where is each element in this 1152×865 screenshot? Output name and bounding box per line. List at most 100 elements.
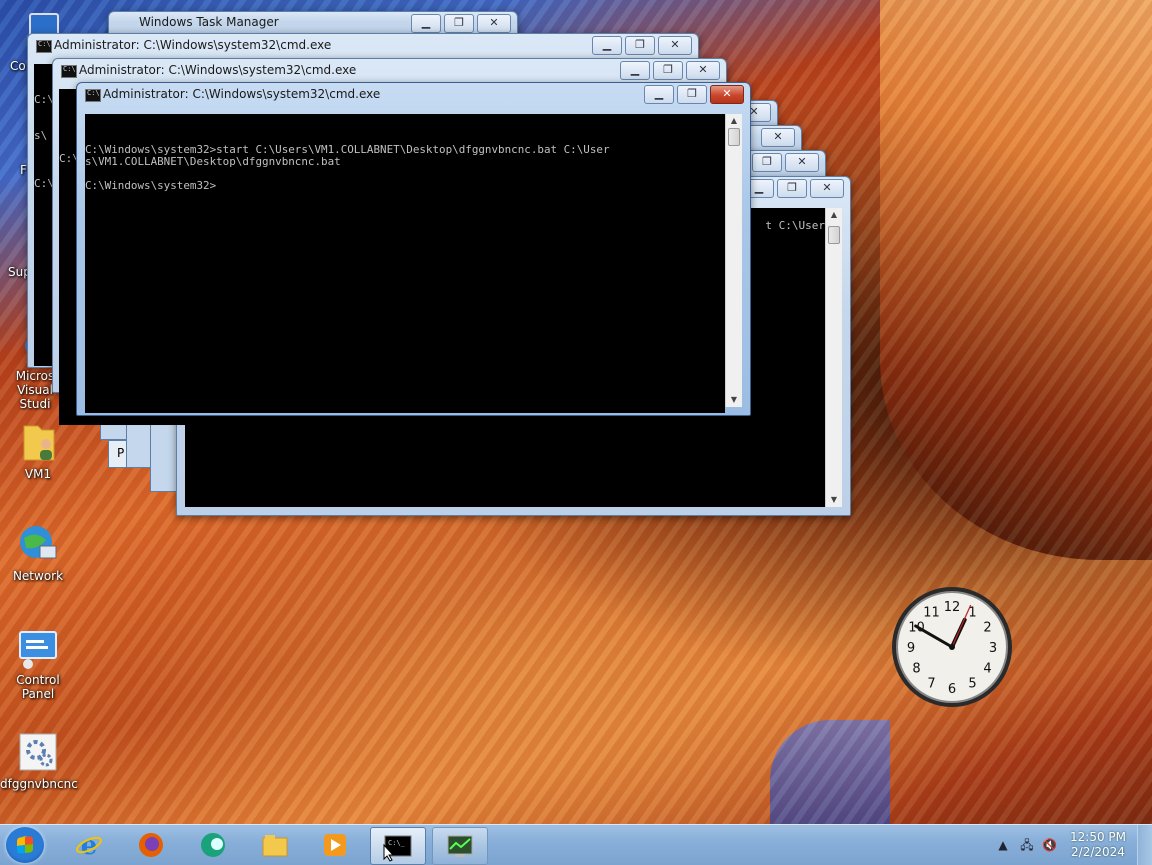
app-circle-icon — [201, 833, 225, 857]
close-icon: ✕ — [489, 16, 499, 29]
clock-date: 2/2/2024 — [1071, 845, 1125, 859]
close-icon: ✕ — [797, 155, 807, 168]
restore-button[interactable]: ❐ — [777, 179, 807, 198]
taskbar-task-manager[interactable] — [432, 827, 488, 865]
media-player-icon — [324, 834, 346, 856]
window-controls: ❐ ✕ — [749, 153, 819, 172]
taskbar-app-circle[interactable] — [186, 827, 240, 863]
window-title: Windows Task Manager — [139, 15, 279, 29]
desktop-icon-control-panel[interactable]: Control Panel — [0, 626, 76, 701]
clock-gadget[interactable]: 123456789101112 — [890, 585, 1014, 709]
network-tray-icon[interactable]: 🖧 — [1020, 838, 1034, 852]
restore-button[interactable]: ❐ — [444, 14, 474, 33]
restore-icon: ❐ — [663, 63, 673, 76]
taskbar-media-player[interactable] — [308, 827, 362, 863]
scroll-thumb[interactable] — [728, 128, 740, 146]
taskbar-command-prompt[interactable]: C:\_ — [370, 827, 426, 865]
console-output[interactable]: C:\Windows\system32>start C:\Users\VM1.C… — [85, 114, 725, 413]
minimize-icon: ▁ — [654, 87, 664, 100]
window-controls: ▁ ❐ ✕ — [408, 14, 511, 33]
taskbar: e C:\_ ▲ 🖧 🔇 12:50 PM 2/2/2024 — [0, 824, 1152, 865]
scroll-thumb[interactable] — [828, 226, 840, 244]
minimize-button[interactable]: ▁ — [411, 14, 441, 33]
desktop-icon-label: dfggnvbncnc — [0, 777, 78, 791]
stacked-window-edge — [150, 418, 178, 492]
clock-number: 9 — [907, 641, 915, 656]
minimize-button[interactable]: ▁ — [644, 85, 674, 104]
close-button[interactable]: ✕ — [785, 153, 819, 172]
task-manager-icon — [447, 835, 473, 857]
window-controls: ▁ ❐ ✕ — [617, 61, 720, 80]
batch-file-icon — [19, 733, 57, 771]
window-title: Administrator: C:\Windows\system32\cmd.e… — [54, 38, 332, 52]
firefox-icon — [139, 833, 163, 857]
clock-number: 6 — [948, 682, 956, 697]
minimize-icon: ▁ — [630, 63, 640, 76]
console-text-fragment: t C:\User — [765, 219, 825, 232]
taskbar-firefox[interactable] — [124, 827, 178, 863]
close-icon: ✕ — [773, 130, 783, 143]
wallpaper-sky — [770, 720, 890, 824]
system-tray: ▲ 🖧 🔇 12:50 PM 2/2/2024 — [996, 825, 1152, 865]
scroll-down-icon[interactable]: ▼ — [826, 493, 842, 507]
scroll-up-icon[interactable]: ▲ — [726, 114, 742, 128]
desktop-icon-label: Network — [12, 569, 64, 583]
restore-icon: ❐ — [687, 87, 697, 100]
minimize-button[interactable]: ▁ — [620, 61, 650, 80]
restore-button[interactable]: ❐ — [752, 153, 782, 172]
start-button[interactable] — [6, 827, 44, 863]
window-title: Administrator: C:\Windows\system32\cmd.e… — [103, 87, 381, 101]
scroll-down-icon[interactable]: ▼ — [726, 393, 742, 407]
close-button[interactable]: ✕ — [686, 61, 720, 80]
console-text: C:\Windows\system32>start C:\Users\VM1.C… — [85, 143, 610, 192]
close-button[interactable]: ✕ — [658, 36, 692, 55]
close-icon: ✕ — [698, 63, 708, 76]
scroll-up-icon[interactable]: ▲ — [826, 208, 842, 222]
volume-muted-icon[interactable]: 🔇 — [1042, 838, 1057, 852]
user-folder-icon — [23, 425, 55, 461]
clock-number: 8 — [912, 662, 920, 677]
restore-icon: ❐ — [635, 38, 645, 51]
taskbar-clock[interactable]: 12:50 PM 2/2/2024 — [1070, 830, 1126, 860]
control-panel-icon — [19, 631, 57, 669]
desktop-icon-dfggnvbncnc[interactable]: dfggnvbncnc — [0, 730, 78, 791]
vertical-scrollbar[interactable]: ▲ ▼ — [825, 208, 842, 507]
close-button[interactable]: ✕ — [761, 128, 795, 147]
close-icon: ✕ — [822, 181, 832, 194]
taskbar-file-explorer[interactable] — [248, 827, 302, 863]
clock-number: 3 — [989, 641, 997, 656]
clock-number: 7 — [927, 677, 935, 692]
taskbar-internet-explorer[interactable]: e — [62, 827, 116, 863]
restore-button[interactable]: ❐ — [653, 61, 683, 80]
clock-time: 12:50 PM — [1070, 830, 1126, 844]
desktop-icon-vm1[interactable]: VM1 — [0, 420, 76, 481]
window-controls: ✕ — [758, 128, 795, 147]
cmd-icon — [36, 40, 52, 53]
minimize-icon: ▁ — [602, 38, 612, 51]
desktop-icon-network[interactable]: Network — [0, 522, 76, 583]
restore-button[interactable]: ❐ — [625, 36, 655, 55]
close-button[interactable]: ✕ — [810, 179, 844, 198]
close-icon: ✕ — [670, 38, 680, 51]
window-controls: ▁ ❐ ✕ — [741, 179, 844, 198]
behind-window-label: P — [117, 446, 125, 460]
minimize-button[interactable]: ▁ — [592, 36, 622, 55]
folder-icon — [262, 835, 288, 857]
cmd-window-active[interactable]: Administrator: C:\Windows\system32\cmd.e… — [76, 82, 751, 416]
minimize-icon: ▁ — [421, 16, 431, 29]
show-desktop-button[interactable] — [1137, 825, 1152, 865]
cmd-icon — [85, 89, 101, 102]
mouse-cursor-icon — [383, 844, 395, 862]
close-button[interactable]: ✕ — [710, 85, 744, 104]
cmd-icon — [61, 65, 77, 78]
restore-button[interactable]: ❐ — [677, 85, 707, 104]
vertical-scrollbar[interactable]: ▲ ▼ — [725, 114, 742, 407]
close-button[interactable]: ✕ — [477, 14, 511, 33]
show-hidden-icons-icon[interactable]: ▲ — [996, 838, 1010, 852]
restore-icon: ❐ — [454, 16, 464, 29]
desktop-icon-label: VM1 — [24, 467, 52, 481]
stacked-window-edge — [126, 418, 152, 468]
clock-number: 5 — [968, 677, 976, 692]
clock-number: 2 — [983, 621, 991, 636]
window-title: Administrator: C:\Windows\system32\cmd.e… — [79, 63, 357, 77]
